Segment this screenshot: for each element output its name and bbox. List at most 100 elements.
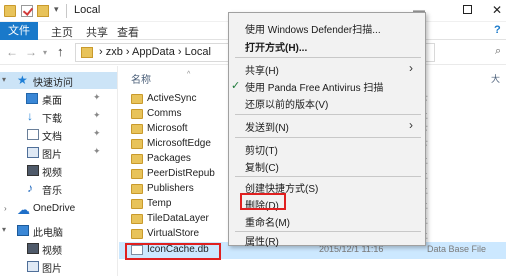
menu-item-panda-scan[interactable]: ✓ 使用 Panda Free Antivirus 扫描: [229, 77, 425, 94]
menu-item-label: 使用 Windows Defender扫描...: [245, 25, 381, 36]
menu-item-label: 还原以前的版本(V): [245, 100, 329, 111]
navigation-pane: ▾ ★ 快速访问 桌面 ✦ ↓ 下载 ✦ 文档 ✦ 图片 ✦ 视频 ♪ 音乐 ›…: [0, 66, 118, 276]
file-name: Microsoft: [147, 123, 188, 134]
folder-icon: [131, 139, 143, 149]
sidebar-item-label: 文档: [42, 132, 62, 143]
sidebar-item-onedrive[interactable]: › ☁ OneDrive: [0, 201, 117, 218]
sidebar-item-label: 图片: [42, 150, 62, 161]
expand-icon[interactable]: ›: [4, 204, 7, 213]
context-menu: 使用 Windows Defender扫描... 打开方式(H)... 共享(H…: [228, 12, 426, 248]
file-name: PeerDistRepub: [147, 168, 215, 179]
folder-icon: [131, 94, 143, 104]
sidebar-item-label: OneDrive: [33, 203, 76, 214]
menu-item-share[interactable]: 共享(H) ›: [229, 60, 425, 77]
sidebar-item-pc-videos[interactable]: 视频: [0, 240, 117, 257]
new-folder-icon[interactable]: [37, 5, 49, 17]
computer-icon: [17, 225, 29, 236]
folder-icon: [131, 199, 143, 209]
panda-icon: ✓: [231, 80, 241, 92]
menu-item-open-with[interactable]: 打开方式(H)...: [229, 37, 425, 54]
menu-item-rename[interactable]: 重命名(M): [229, 212, 425, 229]
sidebar-item-quick-access[interactable]: ▾ ★ 快速访问: [0, 72, 117, 89]
download-icon: ↓: [27, 109, 33, 123]
file-name: VirtualStore: [147, 228, 200, 239]
folder-icon: [131, 229, 143, 239]
sidebar-item-downloads[interactable]: ↓ 下载 ✦: [0, 108, 117, 125]
sidebar-item-pictures[interactable]: 图片 ✦: [0, 144, 117, 161]
maximize-button[interactable]: [450, 0, 484, 22]
folder-icon: [131, 184, 143, 194]
file-name: TileDataLayer: [147, 213, 209, 224]
help-icon[interactable]: ?: [494, 24, 501, 36]
folder-icon: [131, 124, 143, 134]
sidebar-item-videos[interactable]: 视频: [0, 162, 117, 179]
submenu-arrow-icon: ›: [409, 118, 413, 132]
collapse-icon[interactable]: ▾: [2, 225, 6, 234]
highlight-box: [240, 193, 286, 210]
sidebar-item-this-pc[interactable]: ▾ 此电脑: [0, 222, 117, 239]
video-icon: [27, 165, 39, 176]
folder-icon: [131, 214, 143, 224]
tab-view[interactable]: 查看: [117, 24, 139, 40]
collapse-icon[interactable]: ▾: [2, 75, 6, 84]
menu-separator: [235, 176, 421, 177]
menu-item-restore-versions[interactable]: 还原以前的版本(V): [229, 94, 425, 111]
menu-separator: [235, 57, 421, 58]
sidebar-item-label: 图片: [42, 264, 62, 275]
menu-item-properties[interactable]: 属性(R): [229, 232, 425, 248]
customize-toolbar-dropdown-icon[interactable]: ▾: [54, 4, 59, 15]
menu-item-label: 发送到(N): [245, 123, 289, 134]
menu-item-label: 使用 Panda Free Antivirus 扫描: [245, 83, 384, 94]
picture-icon: [27, 147, 39, 158]
sort-ascending-icon: ^: [187, 71, 191, 78]
submenu-arrow-icon: ›: [409, 61, 413, 75]
menu-item-label: 属性(R): [245, 237, 279, 248]
menu-item-label: 重命名(M): [245, 218, 290, 229]
sidebar-item-label: 视频: [42, 246, 62, 257]
sidebar-item-label: 视频: [42, 168, 62, 179]
menu-item-copy[interactable]: 复制(C): [229, 157, 425, 174]
file-name: ActiveSync: [147, 93, 197, 104]
title-separator: [66, 4, 67, 18]
sidebar-item-pc-pictures[interactable]: 图片: [0, 258, 117, 275]
tab-home[interactable]: 主页: [51, 24, 73, 40]
sidebar-item-music[interactable]: ♪ 音乐: [0, 180, 117, 197]
tab-share[interactable]: 共享: [86, 24, 108, 40]
menu-item-cut[interactable]: 剪切(T): [229, 140, 425, 157]
folder-icon: [131, 154, 143, 164]
sidebar-item-label: 音乐: [42, 186, 62, 197]
sidebar-item-label: 下载: [42, 114, 62, 125]
file-type: Data Base File: [427, 244, 487, 254]
menu-item-defender-scan[interactable]: 使用 Windows Defender扫描...: [229, 19, 425, 36]
tab-file[interactable]: 文件: [0, 22, 38, 40]
address-path: › zxb › AppData › Local: [99, 46, 211, 58]
file-name: Temp: [147, 198, 172, 209]
column-header-label: 名称: [131, 75, 151, 86]
menu-item-label: 打开方式(H)...: [245, 43, 308, 54]
search-icon[interactable]: ⌕: [495, 45, 501, 58]
menu-item-send-to[interactable]: 发送到(N) ›: [229, 117, 425, 134]
properties-check-icon[interactable]: [21, 5, 33, 17]
video-icon: [27, 243, 39, 254]
up-button[interactable]: ↑: [57, 44, 64, 59]
file-name: Publishers: [147, 183, 194, 194]
cloud-icon: ☁: [17, 202, 30, 217]
pin-icon: ✦: [93, 128, 101, 138]
forward-button[interactable]: →: [25, 45, 37, 59]
desktop-icon: [26, 93, 38, 104]
sidebar-item-label: 此电脑: [33, 228, 63, 239]
close-button[interactable]: ✕: [488, 0, 506, 22]
sidebar-item-desktop[interactable]: 桌面 ✦: [0, 90, 117, 107]
menu-item-label: 剪切(T): [245, 146, 278, 157]
column-header-size[interactable]: 大: [491, 72, 500, 85]
window-title: Local: [74, 4, 101, 16]
column-header-name[interactable]: 名称 ^: [131, 71, 190, 86]
back-button[interactable]: ←: [6, 45, 18, 59]
menu-separator: [235, 137, 421, 138]
pin-icon: ✦: [93, 92, 101, 102]
sidebar-item-label: 桌面: [42, 96, 62, 107]
menu-separator: [235, 114, 421, 115]
sidebar-item-documents[interactable]: 文档 ✦: [0, 126, 117, 143]
menu-item-label: 复制(C): [245, 163, 279, 174]
recent-locations-dropdown[interactable]: ▾: [43, 48, 47, 57]
